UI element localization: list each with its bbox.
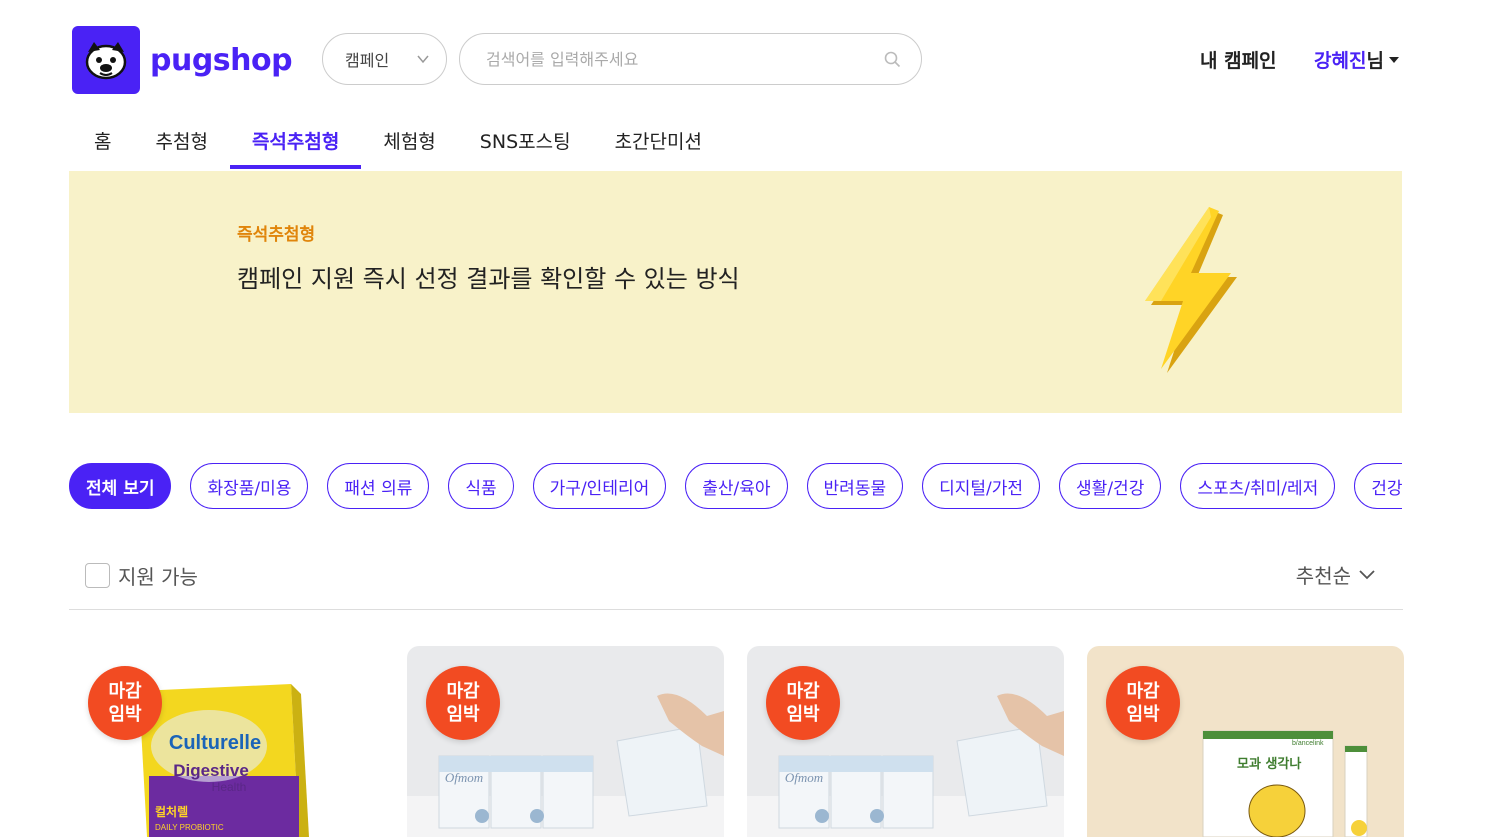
logo[interactable]: pugshop bbox=[72, 26, 293, 94]
search-box bbox=[459, 33, 922, 85]
badge-line1: 마감 bbox=[786, 681, 820, 702]
list-toolbar: 지원 가능 추천순 bbox=[69, 548, 1403, 610]
nav-item-sns-posting[interactable]: SNS포스팅 bbox=[458, 112, 593, 169]
header: pugshop 캠페인 내 캠페인 강혜진님 bbox=[72, 26, 1406, 96]
product-en-text: DAILY PROBIOTIC bbox=[155, 823, 224, 832]
filter-chip-furniture[interactable]: 가구/인테리어 bbox=[532, 463, 667, 509]
user-suffix: 님 bbox=[1366, 50, 1384, 72]
search-input[interactable] bbox=[486, 49, 866, 69]
nav-item-label: 추첨형 bbox=[155, 131, 208, 153]
campaign-card[interactable]: Ofmom 마감 임박 bbox=[407, 646, 724, 837]
deadline-badge: 마감 임박 bbox=[766, 666, 840, 740]
badge-line2: 임박 bbox=[786, 704, 820, 725]
filter-chip-fashion[interactable]: 패션 의류 bbox=[327, 463, 430, 509]
nav-item-simple-mission[interactable]: 초간단미션 bbox=[593, 112, 724, 169]
badge-line2: 임박 bbox=[1126, 704, 1160, 725]
available-filter[interactable]: 지원 가능 bbox=[85, 561, 198, 590]
chip-label: 식품 bbox=[465, 478, 497, 499]
chip-label: 출산/육아 bbox=[702, 478, 771, 499]
nav-item-home[interactable]: 홈 bbox=[72, 112, 133, 169]
filter-chip-childcare[interactable]: 출산/육아 bbox=[685, 463, 788, 509]
chip-label: 전체 보기 bbox=[86, 478, 155, 499]
search-category-select[interactable]: 캠페인 bbox=[322, 33, 447, 85]
lightning-bolt-icon bbox=[1145, 207, 1237, 373]
filter-chip-pets[interactable]: 반려동물 bbox=[806, 463, 904, 509]
chevron-down-icon bbox=[1359, 569, 1375, 579]
product-brand-text: Ofmom bbox=[445, 770, 483, 785]
banner-kicker: 즉석추첨형 bbox=[237, 225, 316, 245]
filter-chip-cosmetics[interactable]: 화장품/미용 bbox=[190, 463, 309, 509]
category-filter-chips: 전체 보기 화장품/미용 패션 의류 식품 가구/인테리어 출산/육아 반려동물… bbox=[69, 463, 1402, 511]
badge-line1: 마감 bbox=[108, 681, 142, 702]
chip-label: 스포츠/취미/레저 bbox=[1197, 478, 1319, 499]
pug-logo-icon bbox=[72, 26, 140, 94]
category-banner: 즉석추첨형 캠페인 지원 즉시 선정 결과를 확인할 수 있는 방식 bbox=[69, 171, 1402, 413]
caret-down-icon bbox=[1388, 56, 1399, 63]
campaign-card[interactable]: 모과 생각나 b/ancelink 마감 임박 bbox=[1087, 646, 1404, 837]
chip-label: 건강기 bbox=[1371, 478, 1402, 499]
nav-item-label: 즉석추첨형 bbox=[251, 131, 340, 153]
filter-chip-health[interactable]: 건강기 bbox=[1354, 463, 1402, 509]
filter-chip-food[interactable]: 식품 bbox=[448, 463, 514, 509]
chip-label: 반려동물 bbox=[823, 478, 887, 499]
chip-label: 디지털/가전 bbox=[939, 478, 1024, 499]
product-brand-text: b/ancelink bbox=[1292, 740, 1324, 747]
badge-line1: 마감 bbox=[446, 681, 480, 702]
filter-chip-living[interactable]: 생활/건강 bbox=[1059, 463, 1162, 509]
campaign-card[interactable]: Ofmom 마감 임박 bbox=[747, 646, 1064, 837]
brand-name: pugshop bbox=[150, 42, 293, 78]
chip-label: 패션 의류 bbox=[344, 478, 413, 499]
nav-item-label: SNS포스팅 bbox=[479, 131, 571, 153]
nav-item-instant-draw[interactable]: 즉석추첨형 bbox=[229, 112, 362, 169]
sort-dropdown[interactable]: 추천순 bbox=[1296, 560, 1375, 589]
nav-item-experience[interactable]: 체험형 bbox=[361, 112, 457, 169]
product-kr-text: 컬처렐 bbox=[155, 804, 188, 819]
product-brand-text: Ofmom bbox=[785, 770, 823, 785]
user-name: 강혜진 bbox=[1314, 50, 1367, 72]
chip-label: 생활/건강 bbox=[1076, 478, 1145, 499]
available-label: 지원 가능 bbox=[118, 565, 198, 589]
banner-title: 캠페인 지원 즉시 선정 결과를 확인할 수 있는 방식 bbox=[237, 265, 740, 293]
product-name-text: Digestive bbox=[173, 761, 249, 780]
filter-chip-all[interactable]: 전체 보기 bbox=[69, 463, 172, 509]
available-checkbox[interactable] bbox=[85, 563, 110, 588]
deadline-badge: 마감 임박 bbox=[88, 666, 162, 740]
filter-chip-sports[interactable]: 스포츠/취미/레저 bbox=[1180, 463, 1336, 509]
nav-item-draw[interactable]: 추첨형 bbox=[133, 112, 229, 169]
filter-chip-digital[interactable]: 디지털/가전 bbox=[922, 463, 1041, 509]
chevron-down-icon bbox=[417, 55, 429, 64]
badge-line1: 마감 bbox=[1126, 681, 1160, 702]
badge-line2: 임박 bbox=[108, 704, 142, 725]
user-menu[interactable]: 강혜진 님 bbox=[1314, 46, 1400, 73]
badge-line2: 임박 bbox=[446, 704, 480, 725]
main-nav: 홈 추첨형 즉석추첨형 체험형 SNS포스팅 초간단미션 bbox=[72, 112, 724, 169]
chip-label: 화장품/미용 bbox=[207, 478, 292, 499]
campaign-card[interactable]: Culturelle Digestive Health 컬처렐 DAILY PR… bbox=[69, 646, 386, 837]
search-category-value: 캠페인 bbox=[345, 51, 390, 70]
nav-item-label: 초간단미션 bbox=[614, 131, 702, 153]
chip-label: 가구/인테리어 bbox=[549, 478, 650, 499]
product-sub-text: Health bbox=[212, 780, 247, 794]
product-name-text: 모과 생각나 bbox=[1237, 756, 1301, 772]
my-campaign-link[interactable]: 내 캠페인 bbox=[1200, 46, 1277, 73]
nav-item-label: 홈 bbox=[94, 131, 112, 153]
nav-item-label: 체험형 bbox=[383, 131, 436, 153]
deadline-badge: 마감 임박 bbox=[1106, 666, 1180, 740]
search-icon[interactable] bbox=[884, 51, 901, 68]
deadline-badge: 마감 임박 bbox=[426, 666, 500, 740]
sort-label: 추천순 bbox=[1295, 564, 1351, 588]
product-brand-text: Culturelle bbox=[169, 732, 261, 754]
